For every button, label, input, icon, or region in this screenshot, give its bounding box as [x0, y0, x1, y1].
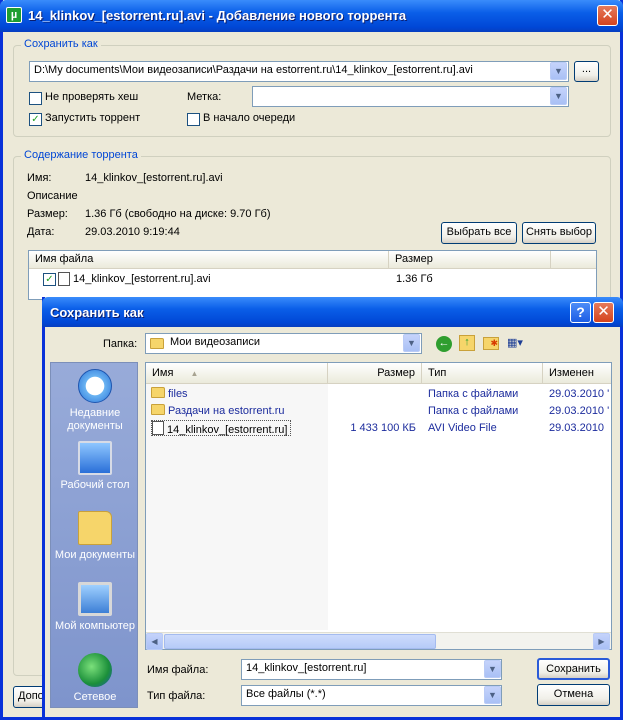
filename-label: Имя файла:: [147, 664, 209, 676]
dialog-title-bar[interactable]: Сохранить как ? ✕: [42, 297, 623, 327]
label-dropdown-chevron-down-icon[interactable]: ▼: [550, 87, 567, 105]
deselect-button[interactable]: Снять выбор: [522, 222, 596, 244]
close-icon[interactable]: ✕: [597, 5, 618, 26]
skip-hash-checkbox[interactable]: [29, 92, 42, 105]
filetype-value: Все файлы (*.*): [246, 688, 326, 700]
filename-dropdown-chevron-down-icon[interactable]: ▼: [484, 660, 501, 678]
file-row-name[interactable]: 14_klinkov_[estorrent.ru].avi: [73, 271, 211, 287]
folder-icon: [151, 404, 165, 415]
list-item-modified: 29.03.2010: [549, 422, 605, 434]
up-folder-icon[interactable]: ↑: [459, 335, 475, 351]
list-item-size: 1 433 100 КБ: [350, 422, 416, 434]
folder-label: Папка:: [103, 338, 138, 350]
folder-icon: [151, 387, 165, 398]
help-icon[interactable]: ?: [570, 302, 591, 323]
start-torrent-label: Запустить торрент: [45, 112, 141, 124]
list-item-type: Папка с файлами: [428, 388, 519, 400]
queue-top-checkbox[interactable]: [187, 113, 200, 126]
dialog-title: Сохранить как: [50, 305, 144, 320]
save-button[interactable]: Сохранить: [537, 658, 610, 680]
my-documents-icon: [78, 511, 112, 545]
desktop-icon: [78, 441, 112, 475]
file-table-header: Имя файла Размер: [29, 251, 596, 269]
places-bar: Недавние документы Рабочий стол Мои доку…: [50, 362, 138, 708]
description-key: Описание: [27, 190, 78, 202]
folder-dropdown-chevron-down-icon[interactable]: ▼: [403, 334, 420, 352]
start-torrent-checkbox[interactable]: ✓: [29, 113, 42, 126]
skip-hash-label: Не проверять хеш: [45, 91, 139, 103]
folder-select-value: Мои видеозаписи: [170, 336, 261, 348]
recent-documents-icon: [78, 369, 112, 403]
avi-file-icon: [58, 272, 70, 286]
filetype-select[interactable]: Все файлы (*.*): [241, 685, 502, 706]
new-folder-icon[interactable]: ✱: [483, 337, 499, 350]
list-item[interactable]: Раздачи на estorrent.ru Папка с файлами …: [146, 403, 611, 419]
column-header-filename[interactable]: Имя файла: [29, 251, 389, 269]
file-list-header: Имя ▲ Размер Тип Изменен: [146, 363, 611, 384]
file-row-checkbox[interactable]: ✓: [43, 273, 56, 286]
save-as-group-label: Сохранить как: [21, 38, 101, 50]
size-value: 1.36 Гб (свободно на диске: 9.70 Гб): [85, 208, 271, 220]
main-window-title: 14_klinkov_[estorrent.ru].avi - Добавлен…: [28, 8, 407, 23]
column-header-size[interactable]: Размер: [328, 363, 422, 384]
sort-ascending-icon: ▲: [190, 369, 199, 378]
column-header-modified[interactable]: Изменен: [543, 363, 611, 384]
date-value: 29.03.2010 9:19:44: [85, 226, 180, 238]
main-title-bar[interactable]: µ 14_klinkov_[estorrent.ru].avi - Добавл…: [0, 0, 623, 32]
select-all-button[interactable]: Выбрать все: [441, 222, 517, 244]
scroll-left-icon[interactable]: ◀: [146, 633, 163, 650]
folder-icon: [150, 338, 164, 349]
column-header-size[interactable]: Размер: [389, 251, 551, 269]
browse-button[interactable]: ...: [574, 61, 599, 82]
scroll-right-icon[interactable]: ▶: [593, 633, 610, 650]
cancel-button[interactable]: Отмена: [537, 684, 610, 706]
label-field-label: Метка:: [187, 91, 222, 103]
file-row-size: 1.36 Гб: [396, 273, 433, 285]
filename-value: 14_klinkov_[estorrent.ru]: [246, 662, 367, 674]
horizontal-scrollbar[interactable]: ◀ ▶: [146, 632, 611, 650]
filetype-label: Тип файла:: [147, 690, 206, 702]
list-item-name: 14_klinkov_[estorrent.ru]: [151, 420, 292, 436]
filetype-dropdown-chevron-down-icon[interactable]: ▼: [484, 686, 501, 704]
file-table: Имя файла Размер ✓ 14_klinkov_[estorrent…: [28, 250, 597, 300]
column-header-type[interactable]: Тип: [422, 363, 543, 384]
list-item[interactable]: files Папка с файлами 29.03.2010 ': [146, 386, 611, 402]
back-icon[interactable]: ←: [436, 336, 452, 352]
places-desktop[interactable]: Рабочий стол: [51, 441, 139, 492]
filename-input[interactable]: 14_klinkov_[estorrent.ru]: [241, 659, 502, 680]
utorrent-logo-icon: µ: [6, 7, 22, 23]
list-item-name: Раздачи на estorrent.ru: [151, 403, 285, 419]
name-value: 14_klinkov_[estorrent.ru].avi: [85, 172, 223, 184]
column-header-name[interactable]: Имя ▲: [146, 363, 328, 384]
places-my-documents[interactable]: Мои документы: [51, 511, 139, 562]
label-input[interactable]: [252, 86, 569, 107]
list-item[interactable]: 14_klinkov_[estorrent.ru] 1 433 100 КБ A…: [146, 420, 611, 436]
list-item-modified: 29.03.2010 ': [549, 405, 610, 417]
list-item-type: Папка с файлами: [428, 405, 519, 417]
queue-top-label: В начало очереди: [203, 112, 296, 124]
file-list: Имя ▲ Размер Тип Изменен files Папка с ф…: [145, 362, 612, 650]
my-computer-icon: [78, 582, 112, 616]
folder-select[interactable]: Мои видеозаписи: [145, 333, 422, 354]
save-path-input[interactable]: D:\My documents\Мои видеозаписи\Раздачи …: [29, 61, 569, 82]
places-network[interactable]: Сетевое: [51, 653, 139, 704]
places-my-computer[interactable]: Мой компьютер: [51, 582, 139, 633]
dialog-close-icon[interactable]: ✕: [593, 302, 614, 323]
list-item-name: files: [151, 386, 188, 402]
size-key: Размер:: [27, 208, 68, 220]
list-item-type: AVI Video File: [428, 422, 497, 434]
list-item-modified: 29.03.2010 ': [549, 388, 610, 400]
scroll-thumb[interactable]: [164, 634, 436, 649]
name-key: Имя:: [27, 172, 52, 184]
places-recent-documents[interactable]: Недавние документы: [51, 369, 139, 433]
save-path-dropdown-chevron-down-icon[interactable]: ▼: [550, 62, 567, 80]
save-path-value: D:\My documents\Мои видеозаписи\Раздачи …: [34, 64, 473, 76]
torrent-content-group-label: Содержание торрента: [21, 149, 141, 161]
network-icon: [78, 653, 112, 687]
date-key: Дата:: [27, 226, 55, 238]
avi-file-icon: [152, 421, 164, 435]
view-menu-icon[interactable]: ▦▾: [507, 337, 529, 351]
